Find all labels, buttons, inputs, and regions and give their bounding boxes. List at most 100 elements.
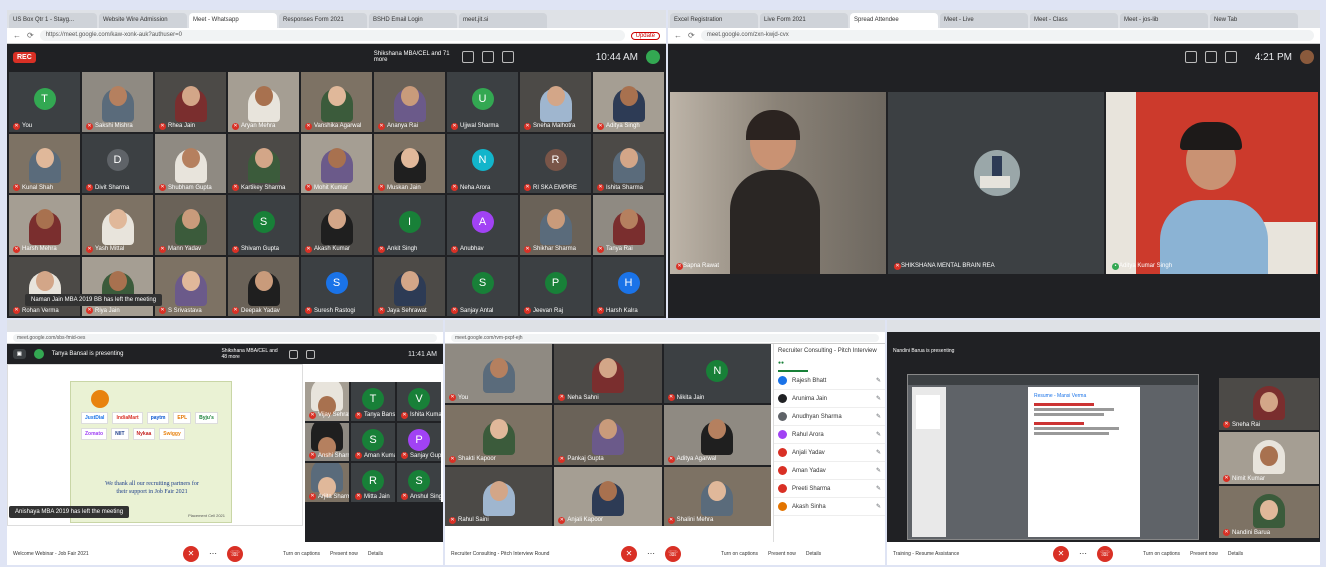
- people-icon[interactable]: [289, 349, 299, 359]
- captions-button[interactable]: Turn on captions: [283, 551, 320, 557]
- participant-tile[interactable]: ✕ Deepak Yadav: [228, 256, 299, 316]
- mic-button[interactable]: ✕: [183, 545, 199, 562]
- browser-tab[interactable]: Website Wire Admission: [99, 13, 187, 28]
- participant-tile[interactable]: U ✕ Ujjwal Sharma: [447, 72, 518, 132]
- participant-tile[interactable]: S✕Anshul Singh: [397, 463, 441, 502]
- browser-tab[interactable]: Meet - Whatsapp: [189, 13, 277, 28]
- mic-icon[interactable]: ✎: [876, 467, 881, 474]
- participant-tile[interactable]: N ✕ Neha Arora: [447, 133, 518, 193]
- participant-tile[interactable]: ✕ Neha Sahni: [554, 344, 662, 404]
- mic-button[interactable]: ✕: [1053, 545, 1069, 562]
- avatar[interactable]: [1300, 50, 1314, 64]
- panel-participant-row[interactable]: Anjali Yadav ✎: [774, 444, 885, 462]
- participant-tile[interactable]: ✕ Harsh Mehra: [9, 195, 80, 255]
- mic-icon[interactable]: ✎: [876, 449, 881, 456]
- participant-tile[interactable]: R ✕ Mitta Jain: [351, 463, 395, 502]
- participant-tile[interactable]: P✕Sanjay Gupta: [397, 422, 441, 462]
- browser-tab[interactable]: BSHD Email Login: [369, 13, 457, 28]
- url-field[interactable]: meet.google.com/sbs-fmid-oes: [13, 333, 437, 342]
- panel-participant-row[interactable]: Anudhyan Sharma ✎: [774, 408, 885, 426]
- captions-button[interactable]: Turn on captions: [721, 551, 758, 557]
- participant-tile[interactable]: ✕ Pankaj Gupta: [554, 405, 662, 465]
- participant-tile[interactable]: N ✕ Nikita Jain: [663, 344, 771, 404]
- participant-tile[interactable]: ✕ Nandini Barua: [1219, 486, 1319, 538]
- browser-tab[interactable]: meet.jit.si: [459, 13, 547, 28]
- avatar[interactable]: [646, 50, 660, 64]
- reload-icon[interactable]: ⟳: [27, 31, 34, 40]
- participant-tile[interactable]: S✕Aman Kumar: [351, 422, 395, 462]
- more-options-icon[interactable]: ⋯: [209, 549, 217, 558]
- mic-icon[interactable]: ✎: [876, 377, 881, 384]
- participant-tile[interactable]: V ✕ Ishita Kumar: [397, 382, 441, 421]
- participant-tile[interactable]: ✕ Aditya Agarwal: [663, 405, 771, 465]
- participant-tile[interactable]: T ✕ You: [9, 72, 80, 132]
- mic-button[interactable]: ✕: [621, 545, 637, 562]
- participant-tile[interactable]: ✕ S Srivastava: [155, 256, 226, 316]
- present-button[interactable]: Present now: [768, 551, 796, 557]
- participant-tile[interactable]: P ✕ Jeevan Raj: [520, 256, 591, 316]
- browser-tab[interactable]: New Tab: [1210, 13, 1298, 28]
- back-icon[interactable]: ←: [13, 31, 21, 40]
- participant-tile[interactable]: ✕ Mohit Kumar: [301, 133, 372, 193]
- participant-tile[interactable]: ✕ Anjali Kapoor: [554, 466, 662, 526]
- mic-icon[interactable]: ✎: [876, 431, 881, 438]
- people-icon[interactable]: [461, 51, 474, 63]
- participant-tile[interactable]: ✕ Mann Yadav: [155, 195, 226, 255]
- mic-icon[interactable]: ✎: [876, 413, 881, 420]
- present-button[interactable]: Present now: [330, 551, 358, 557]
- browser-tab[interactable]: Meet - jos-lib: [1120, 13, 1208, 28]
- more-options-icon[interactable]: ⋯: [1079, 549, 1087, 558]
- participant-tile[interactable]: A ✕ Anubhav: [447, 195, 518, 255]
- chat-icon[interactable]: [481, 51, 494, 63]
- participant-tile[interactable]: R ✕ RI SKA EMPIRE: [520, 133, 591, 193]
- participant-tile[interactable]: ✕ You: [445, 344, 553, 404]
- participant-tile[interactable]: S ✕ Sanjay Antal: [447, 256, 518, 316]
- participant-tile[interactable]: ✕ Sakshi Mishra: [82, 72, 153, 132]
- details-button[interactable]: Details: [1228, 551, 1243, 557]
- participant-tile[interactable]: ✕ Riya Jain: [82, 256, 153, 316]
- participant-tile[interactable]: ✕ Rhea Jain: [155, 72, 226, 132]
- participant-tile[interactable]: T✕Tanya Bansal: [351, 382, 395, 421]
- chat-icon[interactable]: [306, 349, 316, 359]
- participant-tile[interactable]: ✕ Kartikey Sharma: [228, 133, 299, 193]
- participant-tile[interactable]: ✕ Aryan Mehra: [228, 72, 299, 132]
- participant-tile[interactable]: ✕ Kunal Shah: [9, 133, 80, 193]
- participant-tile[interactable]: ✕Anshi Sharma: [305, 422, 349, 462]
- participant-tile[interactable]: I ✕ Ankit Singh: [374, 195, 445, 255]
- details-button[interactable]: Details: [368, 551, 383, 557]
- participant-tile[interactable]: ✕ Rohan Verma: [9, 256, 80, 316]
- browser-tab[interactable]: Spread Attendee: [850, 13, 938, 28]
- participant-tile[interactable]: ✕Arjita Sharma: [305, 463, 349, 502]
- panel-participant-row[interactable]: Rajesh Bhatt ✎: [774, 372, 885, 390]
- browser-tab[interactable]: Meet - Class: [1030, 13, 1118, 28]
- url-field[interactable]: meet.google.com/zxn-kwjd-cvx: [700, 30, 1314, 41]
- browser-tab[interactable]: Responses Form 2021: [279, 13, 367, 28]
- participant-tile[interactable]: ✕ Sneha Malhotra: [520, 72, 591, 132]
- end-call-button[interactable]: ☏: [227, 545, 243, 562]
- participant-tile[interactable]: ✕ Akash Kumar: [301, 195, 372, 255]
- panel-participant-row[interactable]: Arunima Jain ✎: [774, 390, 885, 408]
- participant-tile[interactable]: ✕ Shakti Kapoor: [445, 405, 553, 465]
- more-options-icon[interactable]: ⋯: [647, 549, 655, 558]
- participant-tile[interactable]: ✕ Rahul Saini: [445, 466, 553, 526]
- participant-tile[interactable]: ✕ Tanya Rai: [593, 195, 664, 255]
- participant-tile[interactable]: ✕ Jaya Sehrawat: [374, 256, 445, 316]
- mic-icon[interactable]: ✎: [876, 503, 881, 510]
- url-field[interactable]: https://meet.google.com/kaw-xonk-auk?aut…: [39, 30, 625, 41]
- participant-tile[interactable]: ✕ Aditya Singh: [593, 72, 664, 132]
- participant-tile[interactable]: ✕ Shubham Gupta: [155, 133, 226, 193]
- browser-tab[interactable]: Excel Registration: [670, 13, 758, 28]
- url-field[interactable]: meet.google.com/rvm-pxpf-ejh: [451, 333, 879, 342]
- participant-tile[interactable]: ✕ Nimit Kumar: [1219, 432, 1319, 484]
- participant-tile[interactable]: ✕ Vanshika Agarwal: [301, 72, 372, 132]
- captions-button[interactable]: Turn on captions: [1143, 551, 1180, 557]
- panel-participant-row[interactable]: Rahul Arora ✎: [774, 426, 885, 444]
- panel-participant-row[interactable]: Akash Sinha ✎: [774, 498, 885, 516]
- activities-icon[interactable]: [501, 51, 514, 63]
- browser-tab[interactable]: Live Form 2021: [760, 13, 848, 28]
- participant-tile[interactable]: ✕ Sneha Rai: [1219, 378, 1319, 430]
- browser-tab[interactable]: Meet - Live: [940, 13, 1028, 28]
- panel-participant-row[interactable]: Aman Yadav ✎: [774, 462, 885, 480]
- chat-icon[interactable]: [1204, 51, 1217, 63]
- participant-tile[interactable]: ✕ Shalini Mehra: [663, 466, 771, 526]
